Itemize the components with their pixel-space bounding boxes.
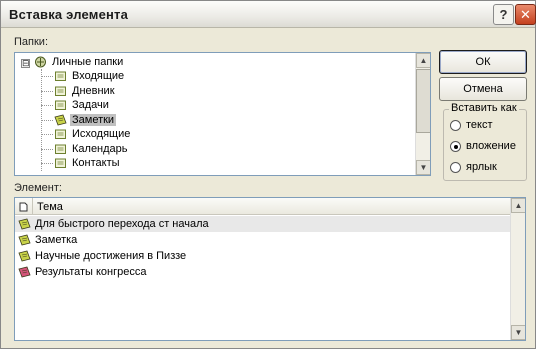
list-item-subject: Заметка bbox=[35, 234, 78, 246]
tree-item[interactable]: Задачи bbox=[54, 98, 111, 112]
insert-as-option-label: ярлык bbox=[466, 161, 497, 173]
item-list-scrollbar[interactable]: ▲ ▼ bbox=[510, 198, 525, 340]
title-bar: Вставка элемента ? ✕ bbox=[1, 1, 536, 28]
scroll-up-icon[interactable]: ▲ bbox=[511, 198, 525, 213]
tree-item-label: Входящие bbox=[72, 70, 125, 82]
list-item-subject: Научные достижения в Пиззе bbox=[35, 250, 187, 262]
tree-item[interactable]: Дневник bbox=[54, 84, 117, 98]
note-icon bbox=[18, 250, 31, 262]
radio-unchecked-icon[interactable] bbox=[450, 161, 461, 173]
tree-item-label: Дневник bbox=[72, 84, 115, 97]
insert-as-option[interactable]: ярлык bbox=[450, 161, 497, 173]
list-item[interactable]: Заметка bbox=[15, 232, 511, 248]
personal-folders-icon bbox=[34, 56, 47, 68]
journal-icon bbox=[54, 85, 67, 97]
tree-root[interactable]: Личные папки bbox=[34, 55, 125, 69]
tree-item-label: Контакты bbox=[72, 157, 120, 169]
tree-guide bbox=[41, 76, 53, 77]
subject-header-label: Тема bbox=[37, 200, 63, 213]
tree-item[interactable]: Заметки bbox=[54, 113, 117, 127]
insert-item-dialog: Вставка элемента ? ✕ Папки: ⊟ Личные пап… bbox=[0, 0, 536, 349]
list-item[interactable]: Для быстрого перехода ст начала bbox=[15, 216, 511, 232]
page-icon bbox=[19, 202, 28, 211]
tree-guide bbox=[41, 148, 53, 150]
note-icon bbox=[18, 218, 31, 230]
folder-tree-scrollbar[interactable]: ▲ ▼ bbox=[415, 53, 430, 175]
tree-item-label: Исходящие bbox=[72, 128, 131, 140]
folders-label: Папки: bbox=[14, 36, 48, 48]
dialog-title: Вставка элемента bbox=[9, 7, 129, 22]
scroll-up-icon[interactable]: ▲ bbox=[416, 53, 430, 68]
list-item-subject: Результаты конгресса bbox=[35, 266, 147, 278]
notes-icon bbox=[54, 114, 67, 126]
note-icon bbox=[18, 234, 31, 246]
tree-guide bbox=[41, 105, 53, 106]
tree-root-label: Личные папки bbox=[52, 56, 124, 68]
calendar-icon bbox=[54, 143, 67, 155]
scroll-thumb[interactable] bbox=[416, 69, 430, 133]
contacts-icon bbox=[54, 157, 67, 169]
tree-guide bbox=[41, 163, 53, 164]
tree-item-label: Задачи bbox=[72, 99, 109, 111]
tree-guide bbox=[41, 134, 53, 135]
list-item[interactable]: Научные достижения в Пиззе bbox=[15, 248, 511, 264]
tree-guide bbox=[41, 90, 53, 92]
icon-column-header[interactable] bbox=[15, 198, 33, 215]
tree-item[interactable]: Исходящие bbox=[54, 127, 132, 141]
insert-as-option[interactable]: вложение bbox=[450, 140, 516, 152]
inbox-icon bbox=[54, 70, 67, 82]
close-button[interactable]: ✕ bbox=[515, 4, 536, 25]
insert-as-title: Вставить как bbox=[449, 102, 519, 114]
insert-as-option[interactable]: текст bbox=[450, 119, 493, 131]
items-label: Элемент: bbox=[14, 182, 62, 194]
radio-unchecked-icon[interactable] bbox=[450, 119, 461, 131]
radio-checked-icon[interactable] bbox=[450, 140, 461, 152]
tree-item-label: Заметки bbox=[70, 113, 117, 126]
help-button[interactable]: ? bbox=[493, 4, 514, 25]
list-header: Тема bbox=[15, 198, 511, 215]
scroll-down-icon[interactable]: ▼ bbox=[416, 160, 430, 175]
insert-as-option-label: вложение bbox=[466, 140, 516, 152]
scroll-down-icon[interactable]: ▼ bbox=[511, 325, 525, 340]
tree-item[interactable]: Контакты bbox=[54, 156, 122, 170]
item-list[interactable]: Тема Для быстрого перехода ст начала Заме… bbox=[14, 197, 526, 341]
collapse-icon[interactable]: ⊟ bbox=[21, 59, 30, 68]
tasks-icon bbox=[54, 99, 67, 111]
insert-as-option-label: текст bbox=[466, 119, 493, 131]
tree-item-label: Календарь bbox=[72, 142, 128, 155]
note-pink-icon bbox=[18, 266, 31, 278]
cancel-button[interactable]: Отмена bbox=[439, 77, 527, 101]
list-item[interactable]: Результаты конгресса bbox=[15, 264, 511, 280]
tree-item[interactable]: Входящие bbox=[54, 69, 126, 83]
folder-tree[interactable]: ⊟ Личные папки Входящие Дневник Задачи Заме… bbox=[14, 52, 431, 176]
subject-column-header[interactable]: Тема bbox=[33, 198, 511, 215]
tree-item[interactable]: Календарь bbox=[54, 142, 130, 156]
list-item-subject: Для быстрого перехода ст начала bbox=[35, 218, 209, 230]
outbox-icon bbox=[54, 128, 67, 140]
tree-guide bbox=[41, 119, 53, 121]
ok-button[interactable]: ОК bbox=[439, 50, 527, 74]
